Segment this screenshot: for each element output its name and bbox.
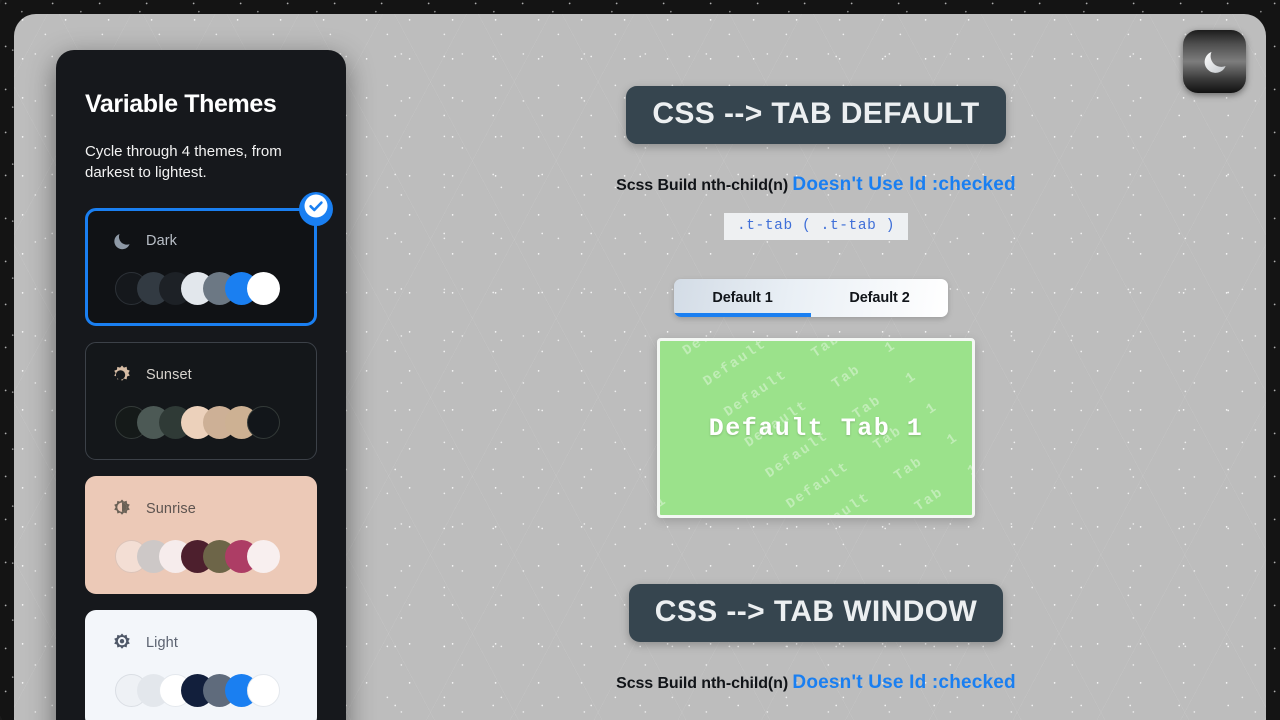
swatch <box>247 271 280 305</box>
theme-card-sunset[interactable]: Sunset <box>85 341 317 460</box>
code-selector-chip: .t-tab ( .t-tab ) <box>723 213 909 240</box>
swatch <box>247 405 280 439</box>
main-content: CSS --> TAB DEFAULT Scss Build nth-child… <box>366 14 1266 720</box>
theme-name: Sunrise <box>146 500 196 517</box>
tab-panel-wrap: Default Tab 1 Default Tab 1 Default Tab … <box>366 338 1266 518</box>
theme-name: Dark <box>146 232 178 249</box>
theme-card-sunrise[interactable]: Sunrise <box>85 475 317 594</box>
panel-label: Default Tab 1 <box>708 413 924 443</box>
theme-card-dark[interactable]: Dark <box>85 191 333 326</box>
tab-default-1[interactable]: Default 1 <box>674 279 811 317</box>
moon-icon <box>111 230 133 252</box>
selected-check-badge <box>299 189 333 228</box>
sunset-icon <box>111 364 133 386</box>
swatch-row <box>111 271 314 305</box>
swatch <box>247 673 280 707</box>
subtitle-prefix: Scss Build nth-child(n) <box>616 675 789 692</box>
sidebar-title: Variable Themes <box>85 90 277 118</box>
tab-bar-wrap: Default 1 Default 2 <box>366 279 1266 317</box>
section-tab-default: CSS --> TAB DEFAULT Scss Build nth-child… <box>366 86 1266 518</box>
theme-name: Light <box>146 634 178 651</box>
swatch-row <box>111 539 317 573</box>
tab-panel-default-1: Default Tab 1 Default Tab 1 Default Tab … <box>657 338 975 518</box>
sun-icon <box>111 632 133 654</box>
app-shell: Variable Themes Cycle through 4 themes, … <box>14 14 1266 720</box>
section-subtitle: Scss Build nth-child(n) Doesn't Use Id :… <box>366 672 1266 694</box>
swatch-row <box>111 673 317 707</box>
theme-card-light[interactable]: Light <box>85 609 317 720</box>
sidebar-description: Cycle through 4 themes, from darkest to … <box>85 143 282 182</box>
check-icon <box>299 189 333 228</box>
sunrise-icon <box>111 498 133 520</box>
swatch-row <box>111 405 316 439</box>
section-banner: CSS --> TAB DEFAULT <box>626 86 1006 144</box>
swatch <box>247 539 280 573</box>
section-banner: CSS --> TAB WINDOW <box>628 584 1004 642</box>
section-tab-window: CSS --> TAB WINDOW Scss Build nth-child(… <box>366 584 1266 694</box>
tab-default-2[interactable]: Default 2 <box>811 279 948 317</box>
moon-icon <box>1200 47 1230 77</box>
subtitle-highlight: Doesn't Use Id :checked <box>792 672 1016 693</box>
tab-bar: Default 1 Default 2 <box>674 279 948 317</box>
subtitle-prefix: Scss Build nth-child(n) <box>616 177 789 194</box>
theme-name: Sunset <box>146 366 192 383</box>
subtitle-highlight: Doesn't Use Id :checked <box>792 174 1016 195</box>
dark-mode-toggle-button[interactable] <box>1183 30 1246 93</box>
section-subtitle: Scss Build nth-child(n) Doesn't Use Id :… <box>366 174 1266 196</box>
sidebar: Variable Themes Cycle through 4 themes, … <box>56 50 346 720</box>
